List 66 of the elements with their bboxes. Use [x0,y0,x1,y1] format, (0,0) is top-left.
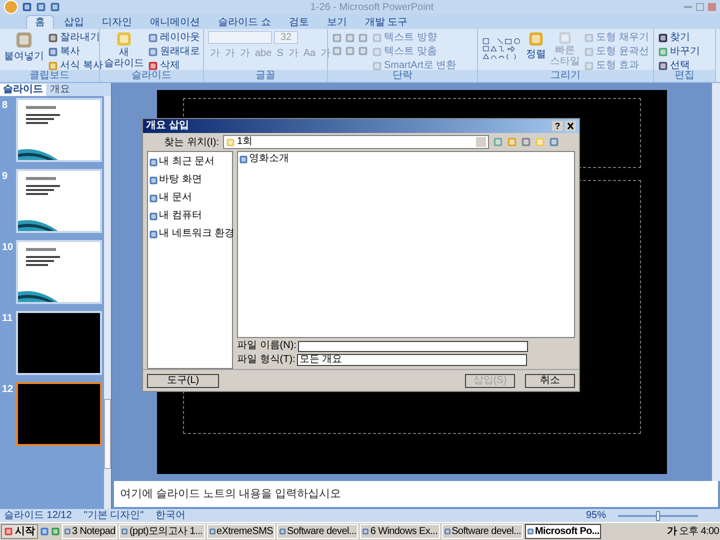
taskbar-button[interactable]: Software devel... [442,524,523,539]
ime-indicator[interactable]: 가 [666,524,677,539]
notes-placeholder: 여기에 슬라이드 노트의 내용을 입력하십시오 [120,486,342,502]
places-item[interactable]: 내 컴퓨터 [149,210,231,222]
places-item[interactable]: 바탕 화면 [149,174,231,186]
ribbon-tab[interactable]: 삽입 [56,16,92,29]
taskbar-button[interactable]: Software devel... [276,524,358,539]
language: 한국어 [156,510,186,522]
theme-name: "기본 디자인" [84,510,144,522]
places-item[interactable]: 내 네트워크 환경 [149,228,231,240]
scrollbar[interactable] [712,83,720,481]
ribbon-tab[interactable]: 홈 [26,15,54,29]
slide-number: 8 [2,99,9,113]
pane-tab[interactable]: 슬라이드 [0,84,46,96]
slide-number: 9 [2,170,9,184]
reset-button[interactable]: 원래대로 [148,45,200,59]
ribbon-tab[interactable]: 애니메이션 [142,16,208,29]
file-item[interactable]: 영화소개 [239,153,289,165]
file-type-label: 파일 형식(T): [237,354,296,366]
font-name-field[interactable] [208,31,272,44]
find-button[interactable]: 찾기 [658,31,700,45]
zoom-level: 95% [586,510,606,522]
look-in-label: 찾는 위치(I): [163,136,219,150]
taskbar-button[interactable]: 3 Notepad [62,524,118,539]
arrange-button[interactable]: 정렬 [526,31,546,62]
taskbar-button[interactable]: eXtremeSMS [206,524,275,539]
layout-button[interactable]: 레이아웃 [148,31,200,45]
file-name-field[interactable] [298,340,528,352]
taskbar-button[interactable]: 6 Windows Ex... [360,524,440,539]
ribbon-tab[interactable]: 디자인 [94,16,140,29]
group-label: 그리기 [478,70,653,82]
file-name-label: 파일 이름(N): [237,340,296,352]
replace-button[interactable]: 바꾸기 [658,45,700,59]
file-type-dropdown[interactable]: 모든 개요 [297,354,528,366]
slide-number: 11 [2,312,14,326]
tools-menu-button[interactable]: 도구(L) [147,374,219,388]
ribbon-tab[interactable]: 보기 [318,16,355,29]
places-item[interactable]: 내 문서 [149,192,231,204]
group-label: 글꼴 [204,70,327,82]
new-slide-button[interactable]: 새 슬라이드 [104,31,144,69]
ribbon-tab[interactable]: 검토 [280,16,317,29]
paste-button[interactable]: 붙여넣기 [4,31,44,64]
slide-number: 10 [2,241,14,255]
slide-number: 12 [2,383,14,397]
pane-tab[interactable]: 개요 [47,84,73,96]
copy-button[interactable]: 복사 [48,45,103,59]
notes-pane[interactable]: 여기에 슬라이드 노트의 내용을 입력하십시오 [114,481,718,507]
scrollbar[interactable] [104,96,111,509]
look-in-dropdown[interactable]: 1회 [223,135,489,149]
clock: 오후 4:00 [678,525,719,539]
group-label: 슬라이드 [100,70,203,82]
help-button[interactable]: ? [552,121,563,131]
group-label: 클립보드 [0,70,99,82]
dialog-title: 개요 삽입 [146,120,190,132]
slide-count: 슬라이드 12/12 [4,510,72,522]
taskbar-button[interactable]: (ppt)모의고사 1... [119,524,204,539]
places-item[interactable]: 내 최근 문서 [149,156,231,168]
group-label: 단락 [328,70,477,82]
ribbon-tab[interactable]: 개발 도구 [356,16,416,29]
group-label: 편집 [654,70,715,82]
cut-button[interactable]: 잘라내기 [48,31,103,45]
start-button[interactable]: 시작 [1,524,38,539]
taskbar-button[interactable]: Microsoft Po... [524,524,602,539]
dialog-button[interactable]: 취소 [525,374,575,388]
ribbon-tab[interactable]: 슬라이드 쇼 [210,16,279,29]
window-title: 1-26 - Microsoft PowerPoint [309,0,435,14]
